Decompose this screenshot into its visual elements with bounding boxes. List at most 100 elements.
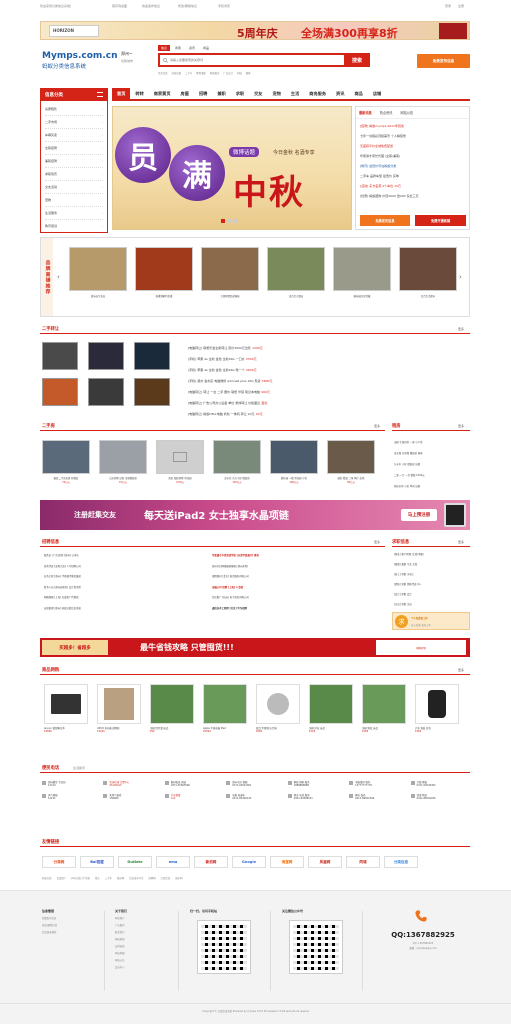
- sidebar-item[interactable]: 宠物 ›: [45, 194, 103, 207]
- phone-item[interactable]: 开锁 换锁 0371-54545452: [410, 780, 470, 787]
- goods-item[interactable]: Apple 平板电脑 iPad ¥2999: [203, 684, 247, 733]
- hot-keyword[interactable]: 美女贷款: [158, 71, 168, 75]
- list-item[interactable]: [手机] 苹果 4s 全新 金色 全新16G 一口价 2500元: [188, 353, 468, 364]
- list-item[interactable]: 二室 一厅 一卫 整租 1000元: [394, 470, 470, 481]
- list-item[interactable]: [手机] 苹果 4s 全新 金色 全新16G 整一个 2600元: [188, 364, 468, 375]
- sidebar-item[interactable]: 求职简历 ›: [45, 168, 103, 181]
- friend-link[interactable]: 百度推广: [57, 876, 67, 880]
- list-item[interactable]: [电脑转让] 广告公司办公设备 单位 整体转让 价格面议 面议: [188, 397, 468, 408]
- job-item[interactable]: 商务代表 [深圳大浪] 人才招聘公司: [44, 562, 209, 573]
- house-item[interactable]: 城区 精装 三室 两厅 出售 85万元: [327, 440, 375, 484]
- nav-item[interactable]: 交友: [249, 88, 267, 100]
- friend-logo[interactable]: Bai百度: [80, 856, 114, 868]
- friend-logo[interactable]: Google: [232, 856, 266, 868]
- friend-logo[interactable]: 淘宝网: [270, 856, 304, 868]
- hero-banner[interactable]: 员 满 微博话题 今日金秋 名酒专享 中秋: [112, 106, 352, 230]
- footer-link[interactable]: 广告服务: [115, 923, 127, 930]
- search-tab-goods[interactable]: 商品: [200, 45, 212, 51]
- friend-link[interactable]: 招聘网: [149, 876, 156, 880]
- friend-link[interactable]: 城市网: [175, 876, 182, 880]
- notice-item[interactable]: [活动] 东方名苑 2个车位 15万: [360, 181, 465, 191]
- product-thumb[interactable]: [42, 342, 78, 370]
- brand-item[interactable]: 百合生活超市: [399, 247, 457, 298]
- phone-item[interactable]: 家电 维修 0411-86502099: [349, 793, 408, 800]
- topbar-link-post[interactable]: 快速发布信息: [142, 4, 160, 8]
- footer-link[interactable]: 修改/删除信息: [42, 923, 57, 930]
- phone-item[interactable]: 汽车救援 122: [164, 793, 224, 800]
- search-tab-shop[interactable]: 商家: [172, 45, 184, 51]
- sidebar-item[interactable]: 兼职招聘 ›: [45, 155, 103, 168]
- house-item[interactable]: 金水区 东方小区 精装修 150万元: [213, 440, 261, 484]
- notice-tab[interactable]: 最新消息: [359, 110, 372, 115]
- list-item[interactable]: 万水中 小区 精装修 出租: [394, 459, 470, 470]
- search-button[interactable]: 搜索: [344, 53, 370, 67]
- logo[interactable]: Mymps.com.cn 蚂蚁分类信息系统: [42, 51, 122, 71]
- nav-item[interactable]: 商家黄页: [149, 88, 176, 100]
- hot-keyword[interactable]: 广告设计: [223, 71, 233, 75]
- sidebar-item[interactable]: 教育培训 ›: [45, 220, 103, 233]
- notice-shop-button[interactable]: 免费开通商铺: [415, 215, 466, 226]
- nav-item[interactable]: 房屋: [176, 88, 194, 100]
- product-thumb[interactable]: [88, 378, 124, 406]
- friend-logo[interactable]: DuNote: [118, 856, 152, 868]
- friend-link[interactable]: php分类门户系统: [71, 876, 90, 880]
- more-link[interactable]: 更多: [458, 668, 464, 672]
- search-tab-info[interactable]: 信息: [158, 45, 171, 51]
- footer-link[interactable]: 免费发布信息: [42, 916, 57, 923]
- notice-item[interactable]: 无差别平价全城免费配送: [360, 141, 465, 151]
- goods-item[interactable]: lenovo 联想笔记本 ¥3888: [44, 684, 88, 733]
- friend-link[interactable]: 租房网: [117, 876, 124, 880]
- list-item[interactable]: [物业] 客户经理 (主管/求职): [394, 550, 470, 560]
- friend-logo[interactable]: 同城: [346, 856, 380, 868]
- job-item[interactable]: 郑州开封网络编辑客服 [郑州永利]: [212, 562, 382, 573]
- top-banner-ad[interactable]: HORIZON 5周年庆 全场满300再享8折: [40, 21, 470, 40]
- nav-item[interactable]: 店铺: [368, 88, 386, 100]
- product-thumb[interactable]: [134, 378, 170, 406]
- job-item[interactable]: 服务员 (广东深圳) [郑州] 公司名: [44, 551, 209, 562]
- sidebar-item[interactable]: 二手市场 ›: [45, 116, 103, 129]
- list-item[interactable]: [电脑转让] 联想乐金全新转让 原价3000元出售 1200元: [188, 342, 468, 353]
- phone-item[interactable]: 鞋材批发 商城 0371-55665566: [164, 780, 224, 787]
- job-item[interactable]: 华夏通才中英双语学校 [天津华夏通才] 教育: [212, 551, 382, 562]
- friend-link[interactable]: 二手车: [105, 876, 112, 880]
- mid-banner-button[interactable]: 马上预注册: [401, 509, 437, 521]
- mid-banner-ad[interactable]: 注册赶集交友 每天送iPad2 女士独享水晶项链 马上预注册: [40, 500, 470, 530]
- friend-logo[interactable]: ema: [156, 856, 190, 868]
- job-item[interactable]: 通信技术工程师 [北京] 华为招聘: [212, 604, 382, 615]
- notice-item[interactable]: [招聘] 蚂蚁mymps 2011年终奖: [360, 121, 465, 131]
- sidebar-item[interactable]: 交友活动 ›: [45, 181, 103, 194]
- friend-link[interactable]: 信息发布平台: [129, 876, 143, 880]
- job-item[interactable]: 金融公司 招聘 [上海] 人事部: [212, 583, 382, 594]
- promo-bar-ad[interactable]: 买超多！省超多 最牛省钱攻略 只管囤货!!! 网购好物: [40, 638, 470, 657]
- sidebar-item[interactable]: 生活服务 ›: [45, 207, 103, 220]
- goods-item[interactable]: 户外 双肩 背包 ¥189: [415, 684, 459, 733]
- hot-keyword[interactable]: 同城: [237, 71, 242, 75]
- job-item[interactable]: 课程顾问 [北京] 航空服务有限公司: [212, 572, 382, 583]
- search-tab-news[interactable]: 资讯: [186, 45, 198, 51]
- friend-logo[interactable]: 分类网: [42, 856, 76, 868]
- footer-link[interactable]: 信息快速搜索: [42, 930, 57, 937]
- phone-item[interactable]: 郑州东区 客服 0371-63523001: [226, 780, 285, 787]
- notice-tab[interactable]: 网站公告: [401, 110, 414, 115]
- login-link[interactable]: 登录: [445, 4, 451, 8]
- topbar-link-mobile[interactable]: 手机浏览: [218, 4, 230, 8]
- phone-item[interactable]: 查询在线 订票中心 95105105: [103, 780, 162, 787]
- list-item[interactable]: 出租 生源好的 一室 小户型: [394, 437, 470, 448]
- hot-keyword[interactable]: 聘用兼职: [196, 71, 206, 75]
- nav-item[interactable]: 求职: [231, 88, 249, 100]
- footer-link[interactable]: 网站地图: [115, 951, 127, 958]
- sidebar-item[interactable]: 房屋租售 ›: [45, 103, 103, 116]
- job-item[interactable]: 网络客服 [上海] 百度推广代理商: [44, 593, 209, 604]
- nav-item[interactable]: 商品: [349, 88, 367, 100]
- friend-logo[interactable]: 新浪网: [194, 856, 228, 868]
- brand-item[interactable]: 康乐园文化传媒: [333, 247, 391, 298]
- nav-item[interactable]: 转转: [130, 88, 148, 100]
- phone-item[interactable]: 家政 管家 服务 1888888888: [287, 780, 347, 787]
- list-item[interactable]: [技工] 求职 水电工: [394, 570, 470, 580]
- product-thumb[interactable]: [42, 378, 78, 406]
- list-item[interactable]: [兼职] 兼职 专业 文案: [394, 560, 470, 570]
- notice-item[interactable]: 七年一剑丽彩顶级美景 个人精装修: [360, 131, 465, 141]
- phone-item[interactable]: 物业 电话 服务 0411-84489031: [287, 793, 347, 800]
- footer-link[interactable]: 联系我们: [115, 930, 127, 937]
- phone-item[interactable]: 电视 直通车 0411-84300222: [226, 793, 285, 800]
